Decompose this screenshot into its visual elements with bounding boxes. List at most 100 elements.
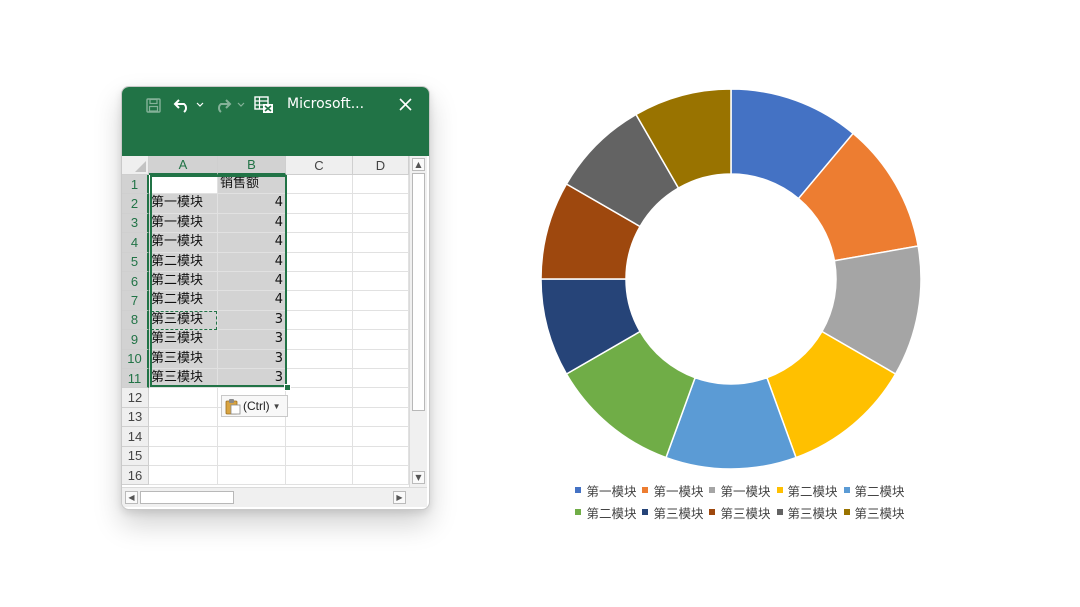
scroll-down-icon[interactable]: ▼: [412, 471, 425, 484]
vertical-scrollbar[interactable]: ▲ ▼: [409, 156, 427, 487]
fill-handle[interactable]: [284, 384, 291, 391]
cell-a12[interactable]: [149, 388, 218, 408]
cell-a2[interactable]: 第一模块: [149, 194, 218, 214]
legend-item[interactable]: 第一模块: [642, 481, 703, 500]
cell-a11[interactable]: 第三模块: [149, 369, 218, 389]
cell-b4[interactable]: 4: [218, 233, 286, 253]
close-icon[interactable]: [394, 93, 416, 115]
cell-c13[interactable]: [286, 407, 353, 428]
undo-dropdown-icon[interactable]: [194, 94, 206, 116]
cell-a7[interactable]: 第二模块: [149, 291, 218, 311]
column-header-d[interactable]: D: [353, 156, 409, 175]
cell-a4[interactable]: 第一模块: [149, 233, 218, 253]
cell-d10[interactable]: [353, 349, 409, 369]
cell-d7[interactable]: [353, 291, 409, 311]
cell-a15[interactable]: [149, 446, 218, 466]
scroll-up-icon[interactable]: ▲: [412, 158, 425, 171]
cell-d5[interactable]: [353, 252, 409, 272]
cell-b3[interactable]: 4: [218, 213, 286, 234]
row-header[interactable]: 12: [122, 388, 149, 408]
cell-b8[interactable]: 3: [218, 310, 286, 331]
vertical-scroll-thumb[interactable]: [412, 173, 425, 411]
cell-b6[interactable]: 4: [218, 272, 286, 292]
cell-c4[interactable]: [286, 233, 353, 253]
save-icon[interactable]: [142, 94, 164, 116]
legend-item[interactable]: 第三模块: [843, 503, 905, 522]
cell-b5[interactable]: 4: [218, 252, 286, 272]
cell-c5[interactable]: [286, 252, 353, 272]
legend-item[interactable]: 第二模块: [776, 481, 838, 500]
cell-c12[interactable]: [286, 388, 353, 408]
cell-d12[interactable]: [353, 388, 409, 408]
row-header[interactable]: 16: [122, 466, 149, 486]
cell-b10[interactable]: 3: [218, 349, 286, 369]
cell-d14[interactable]: [353, 427, 409, 447]
legend-item[interactable]: 第二模块: [575, 503, 636, 522]
row-header[interactable]: 14: [122, 427, 149, 447]
cell-c15[interactable]: [286, 446, 353, 466]
cell-d2[interactable]: [353, 194, 409, 214]
cell-c3[interactable]: [286, 213, 353, 234]
scroll-left-icon[interactable]: ◀: [125, 491, 138, 504]
cell-d1[interactable]: [353, 175, 409, 195]
legend-item[interactable]: 第三模块: [709, 503, 771, 522]
row-header[interactable]: 1: [122, 175, 149, 195]
row-header[interactable]: 15: [122, 446, 149, 466]
cell-d13[interactable]: [353, 407, 409, 428]
cell-d4[interactable]: [353, 233, 409, 253]
edit-data-in-excel-icon[interactable]: [252, 94, 276, 116]
cell-a10[interactable]: 第三模块: [149, 349, 218, 369]
row-header[interactable]: 3: [122, 213, 149, 234]
cell-c11[interactable]: [286, 369, 353, 389]
row-header[interactable]: 6: [122, 272, 149, 292]
legend-item[interactable]: 第一模块: [575, 481, 636, 500]
redo-dropdown-icon[interactable]: [235, 94, 247, 116]
cell-c2[interactable]: [286, 194, 353, 214]
row-header[interactable]: 2: [122, 194, 149, 214]
row-header[interactable]: 8: [122, 310, 149, 331]
cell-b2[interactable]: 4: [218, 194, 286, 214]
cell-b14[interactable]: [218, 427, 286, 447]
cell-b11[interactable]: 3: [218, 369, 286, 389]
legend-item[interactable]: 第三模块: [642, 503, 703, 522]
spreadsheet-grid[interactable]: A B C D 1 销售额 2 第一模块 4 3 第一模块 4 4 第一模块 4 5 第二模块 4 6 第二模…: [122, 156, 409, 487]
cell-b7[interactable]: 4: [218, 291, 286, 311]
column-header-c[interactable]: C: [286, 156, 353, 175]
cell-a3[interactable]: 第一模块: [149, 213, 218, 234]
cell-a1[interactable]: [149, 175, 218, 195]
horizontal-scroll-thumb[interactable]: [140, 491, 234, 504]
row-header[interactable]: 9: [122, 330, 149, 350]
cell-a14[interactable]: [149, 427, 218, 447]
column-header-b[interactable]: B: [218, 156, 286, 175]
cell-d3[interactable]: [353, 213, 409, 234]
cell-c8[interactable]: [286, 310, 353, 331]
cell-a16[interactable]: [149, 466, 218, 486]
cell-c6[interactable]: [286, 272, 353, 292]
cell-c14[interactable]: [286, 427, 353, 447]
cell-d6[interactable]: [353, 272, 409, 292]
cell-a13[interactable]: [149, 407, 218, 428]
cell-a8[interactable]: 第三模块: [149, 310, 218, 331]
cell-d8[interactable]: [353, 310, 409, 331]
horizontal-scrollbar[interactable]: ◀ ▶: [122, 487, 427, 507]
cell-d9[interactable]: [353, 330, 409, 350]
row-header[interactable]: 11: [122, 369, 149, 389]
row-header[interactable]: 4: [122, 233, 149, 253]
scroll-right-icon[interactable]: ▶: [393, 491, 406, 504]
cell-b16[interactable]: [218, 466, 286, 486]
row-header[interactable]: 13: [122, 407, 149, 428]
cell-c7[interactable]: [286, 291, 353, 311]
cell-c9[interactable]: [286, 330, 353, 350]
cell-c1[interactable]: [286, 175, 353, 195]
undo-icon[interactable]: [170, 94, 194, 116]
cell-b1[interactable]: 销售额: [218, 175, 286, 195]
cell-d15[interactable]: [353, 446, 409, 466]
cell-b9[interactable]: 3: [218, 330, 286, 350]
cell-d11[interactable]: [353, 369, 409, 389]
legend-item[interactable]: 第二模块: [843, 481, 905, 500]
cell-c16[interactable]: [286, 466, 353, 486]
row-header[interactable]: 7: [122, 291, 149, 311]
paste-options-button[interactable]: (Ctrl) ▼: [221, 395, 288, 417]
row-header[interactable]: 5: [122, 252, 149, 272]
cell-a9[interactable]: 第三模块: [149, 330, 218, 350]
